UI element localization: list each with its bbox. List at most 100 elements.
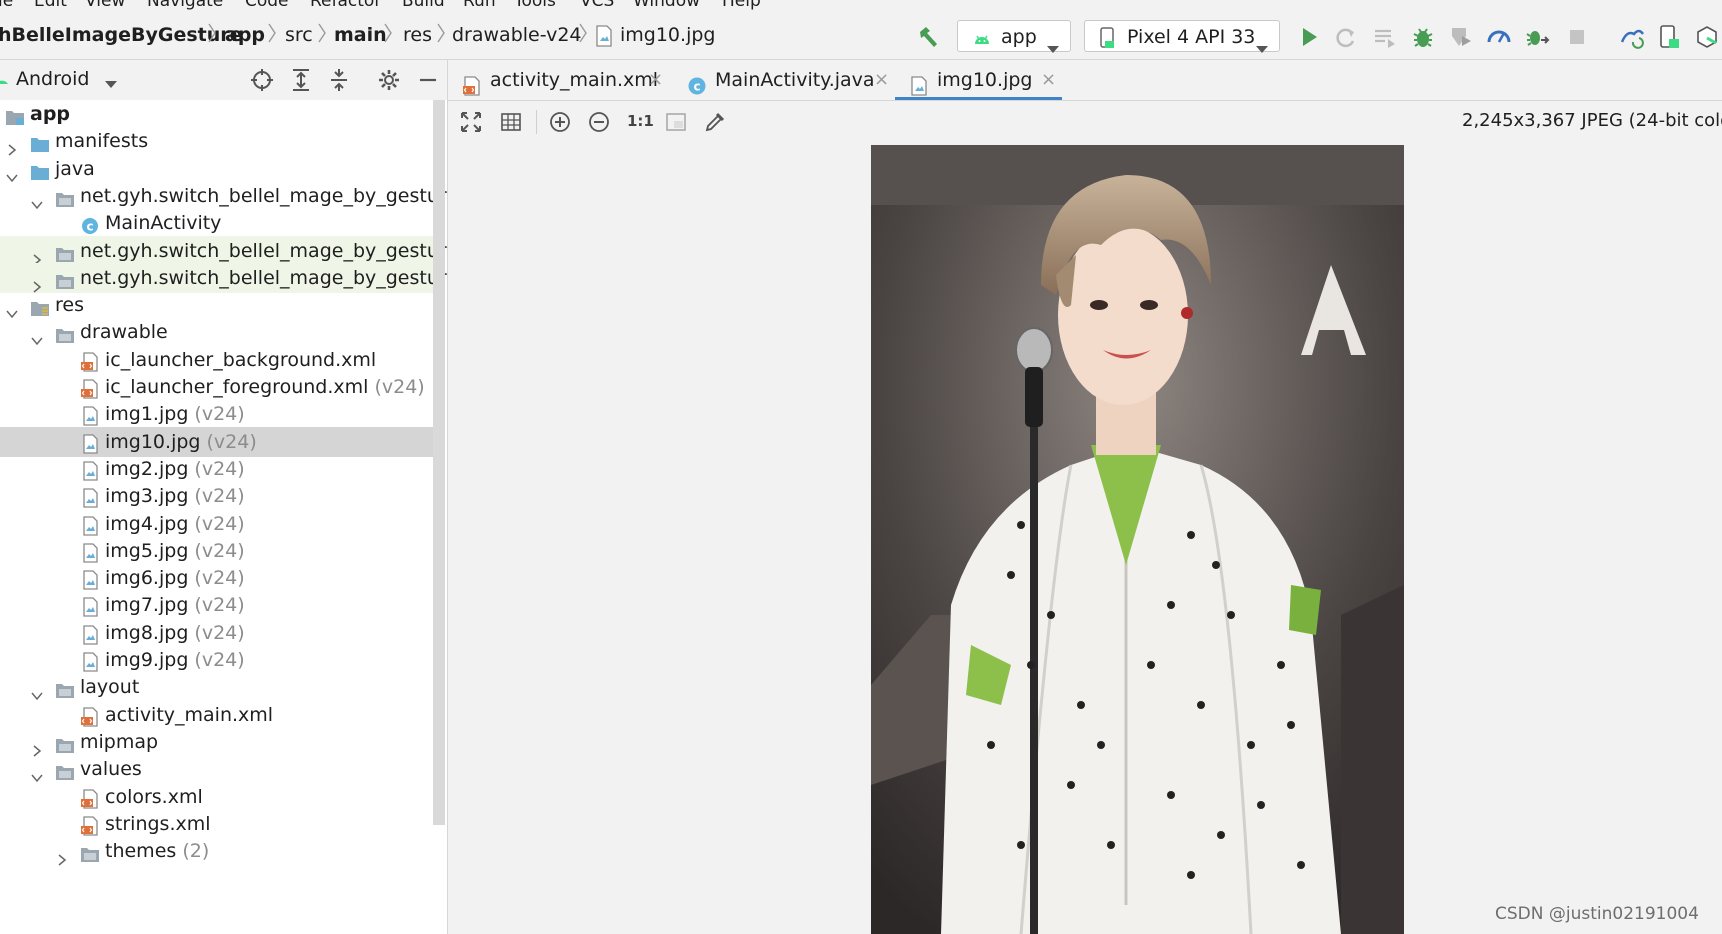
sync-gradle-icon[interactable] bbox=[1619, 24, 1645, 50]
chevron-down-icon[interactable] bbox=[31, 190, 43, 210]
color-picker-icon[interactable] bbox=[704, 111, 726, 133]
menu-vcs[interactable]: VCS bbox=[580, 0, 614, 11]
menu-bar: le Edit View Navigate Code Refactor Buil… bbox=[0, 0, 1722, 15]
tree-row[interactable]: img7.jpg (v24) bbox=[0, 590, 437, 620]
device-dropdown[interactable]: Pixel 4 API 33 bbox=[1084, 20, 1280, 53]
tab-activity-main-xml[interactable]: activity_main.xml × bbox=[448, 60, 665, 100]
breadcrumb-src[interactable]: src bbox=[285, 23, 313, 47]
menu-edit[interactable]: Edit bbox=[34, 0, 67, 11]
chevron-right-icon[interactable] bbox=[31, 736, 43, 757]
tree-row[interactable]: img6.jpg (v24) bbox=[0, 563, 437, 593]
attach-debugger-icon[interactable] bbox=[1524, 24, 1550, 50]
menu-window[interactable]: Window bbox=[633, 0, 700, 11]
tree-row-label: MainActivity bbox=[105, 208, 221, 238]
breadcrumb-app[interactable]: app bbox=[225, 23, 265, 47]
tree-row[interactable]: img8.jpg (v24) bbox=[0, 618, 437, 648]
tree-row[interactable]: manifests bbox=[0, 126, 437, 156]
tree-row[interactable]: img4.jpg (v24) bbox=[0, 509, 437, 539]
tree-row[interactable]: layout bbox=[0, 672, 437, 702]
breadcrumb-project[interactable]: hBelleImageByGesture bbox=[0, 23, 243, 47]
chevron-down-icon[interactable] bbox=[31, 326, 43, 346]
chevron-right-icon[interactable] bbox=[31, 272, 43, 293]
run-with-coverage-icon[interactable] bbox=[1448, 24, 1474, 50]
tree-row[interactable]: img10.jpg (v24) bbox=[0, 426, 437, 457]
tree-row-label: strings.xml bbox=[105, 809, 211, 839]
breadcrumb-file[interactable]: img10.jpg bbox=[620, 23, 715, 47]
tree-row[interactable]: colors.xml bbox=[0, 782, 437, 812]
zoom-in-icon[interactable] bbox=[549, 111, 571, 133]
chevron-down-icon[interactable] bbox=[104, 75, 118, 88]
project-tree-scrollbar[interactable] bbox=[433, 100, 445, 825]
apply-code-changes-icon[interactable] bbox=[1372, 24, 1398, 50]
menu-navigate[interactable]: Navigate bbox=[147, 0, 223, 11]
breadcrumb-main[interactable]: main bbox=[334, 23, 387, 47]
menu-run[interactable]: Run bbox=[463, 0, 496, 11]
chevron-right-icon[interactable] bbox=[56, 845, 68, 866]
tree-row[interactable]: java bbox=[0, 154, 437, 184]
chevron-down-icon[interactable] bbox=[31, 681, 43, 701]
grid-icon[interactable] bbox=[500, 111, 522, 133]
tree-row-name: img10.jpg bbox=[105, 430, 201, 453]
tree-row[interactable]: strings.xml bbox=[0, 809, 437, 839]
chevron-down-icon[interactable] bbox=[6, 163, 18, 182]
close-icon[interactable]: × bbox=[648, 60, 663, 100]
apply-changes-restart-icon[interactable] bbox=[1333, 24, 1359, 50]
menu-build[interactable]: Build bbox=[402, 0, 445, 11]
close-icon[interactable]: × bbox=[1041, 60, 1056, 100]
collapse-all-icon[interactable] bbox=[326, 67, 352, 93]
breadcrumb-res[interactable]: res bbox=[403, 23, 432, 47]
zoom-out-icon[interactable] bbox=[588, 111, 610, 133]
gear-icon[interactable] bbox=[376, 67, 402, 93]
project-view-mode[interactable]: Android bbox=[16, 68, 89, 90]
tree-row[interactable]: activity_main.xml bbox=[0, 700, 437, 730]
tab-main-activity-java[interactable]: c MainActivity.java × bbox=[673, 60, 891, 100]
menu-tools[interactable]: Tools bbox=[514, 0, 556, 11]
hide-panel-icon[interactable] bbox=[415, 67, 441, 93]
expand-all-icon[interactable] bbox=[288, 67, 314, 93]
tree-row[interactable]: net.gyh.switch_bellel_mage_by_gesture bbox=[0, 181, 447, 211]
device-manager-icon[interactable] bbox=[1656, 24, 1682, 50]
tree-row[interactable]: net.gyh.switch_bellel_mage_by_gesture (t bbox=[0, 262, 447, 293]
tree-row[interactable]: img1.jpg (v24) bbox=[0, 399, 437, 429]
chevron-right-icon[interactable] bbox=[31, 245, 43, 266]
fit-zoom-icon[interactable] bbox=[460, 111, 482, 133]
locate-file-icon[interactable] bbox=[249, 67, 275, 93]
stop-icon[interactable] bbox=[1564, 24, 1590, 50]
menu-view[interactable]: View bbox=[85, 0, 125, 11]
run-icon[interactable] bbox=[1296, 24, 1322, 50]
menu-file[interactable]: le bbox=[0, 0, 13, 11]
chevron-right-icon[interactable] bbox=[6, 135, 18, 156]
actual-size-button[interactable]: 1:1 bbox=[627, 112, 654, 130]
tree-row[interactable]: img3.jpg (v24) bbox=[0, 481, 437, 511]
background-toggle-icon[interactable] bbox=[665, 111, 687, 133]
sdk-manager-icon[interactable] bbox=[1694, 24, 1720, 50]
tree-row[interactable]: net.gyh.switch_bellel_mage_by_gesture (a bbox=[0, 235, 447, 266]
close-icon[interactable]: × bbox=[874, 60, 889, 100]
profile-icon[interactable] bbox=[1486, 24, 1512, 50]
tree-row[interactable]: img5.jpg (v24) bbox=[0, 536, 437, 566]
tree-row[interactable]: res bbox=[0, 290, 437, 320]
breadcrumb-drawable-v24[interactable]: drawable-v24 bbox=[452, 23, 582, 47]
menu-help[interactable]: Help bbox=[722, 0, 761, 11]
image-file-icon bbox=[80, 651, 100, 672]
tree-row[interactable]: app bbox=[0, 100, 437, 129]
tree-row[interactable]: img2.jpg (v24) bbox=[0, 454, 437, 484]
build-hammer-icon[interactable] bbox=[915, 24, 941, 50]
tree-row[interactable]: c MainActivity bbox=[0, 208, 437, 238]
tree-row[interactable]: drawable bbox=[0, 317, 437, 347]
xml-file-icon bbox=[80, 815, 100, 836]
menu-refactor[interactable]: Refactor bbox=[310, 0, 381, 11]
tree-row-label: colors.xml bbox=[105, 782, 203, 812]
chevron-down-icon[interactable] bbox=[31, 763, 43, 783]
tree-row[interactable]: themes (2) bbox=[0, 836, 437, 866]
debug-icon[interactable] bbox=[1410, 24, 1436, 50]
tree-row[interactable]: ic_launcher_foreground.xml (v24) bbox=[0, 372, 437, 402]
tree-row[interactable]: img9.jpg (v24) bbox=[0, 645, 437, 675]
tab-img10-jpg[interactable]: img10.jpg × bbox=[895, 60, 1062, 100]
menu-code[interactable]: Code bbox=[245, 0, 289, 11]
tree-row[interactable]: ic_launcher_background.xml bbox=[0, 345, 437, 375]
tree-row[interactable]: values bbox=[0, 754, 437, 784]
tree-row[interactable]: mipmap bbox=[0, 727, 437, 757]
chevron-down-icon[interactable] bbox=[6, 299, 18, 319]
run-config-module-dropdown[interactable]: app bbox=[957, 20, 1071, 53]
